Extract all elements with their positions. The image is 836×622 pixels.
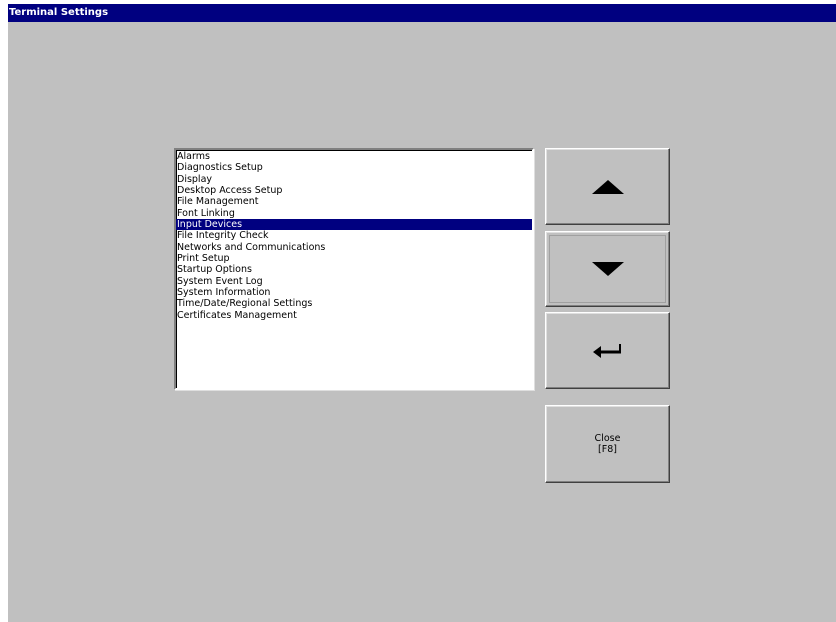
- list-item[interactable]: Startup Options: [176, 264, 532, 275]
- list-item[interactable]: Time/Date/Regional Settings: [176, 298, 532, 309]
- list-item[interactable]: Networks and Communications: [176, 242, 532, 253]
- list-item[interactable]: Display: [176, 174, 532, 185]
- list-item[interactable]: Desktop Access Setup: [176, 185, 532, 196]
- list-item[interactable]: Font Linking: [176, 208, 532, 219]
- list-item[interactable]: System Event Log: [176, 276, 532, 287]
- enter-button[interactable]: [545, 312, 670, 389]
- close-button[interactable]: Close [F8]: [545, 405, 670, 483]
- list-item[interactable]: Print Setup: [176, 253, 532, 264]
- window-title: Terminal Settings: [9, 7, 109, 18]
- close-button-shortcut: [F8]: [598, 444, 617, 455]
- list-item[interactable]: Input Devices: [176, 219, 532, 231]
- close-button-label: Close: [594, 433, 621, 444]
- list-item[interactable]: System Information: [176, 287, 532, 298]
- scroll-down-button[interactable]: [545, 231, 670, 307]
- terminal-settings-window: Terminal Settings Alarms Diagnostics Setu…: [8, 4, 836, 622]
- title-bar: Terminal Settings: [8, 4, 836, 22]
- settings-list[interactable]: Alarms Diagnostics Setup Display Desktop Ac…: [174, 148, 534, 390]
- scroll-up-button[interactable]: [545, 148, 670, 225]
- list-item[interactable]: File Management: [176, 196, 532, 207]
- list-item[interactable]: Certificates Management: [176, 310, 532, 321]
- enter-return-icon: [592, 343, 621, 358]
- list-item[interactable]: Alarms: [176, 151, 532, 162]
- arrow-down-icon: [591, 262, 624, 276]
- list-item[interactable]: Diagnostics Setup: [176, 162, 532, 173]
- arrow-up-icon: [591, 179, 624, 194]
- list-item[interactable]: File Integrity Check: [176, 230, 532, 241]
